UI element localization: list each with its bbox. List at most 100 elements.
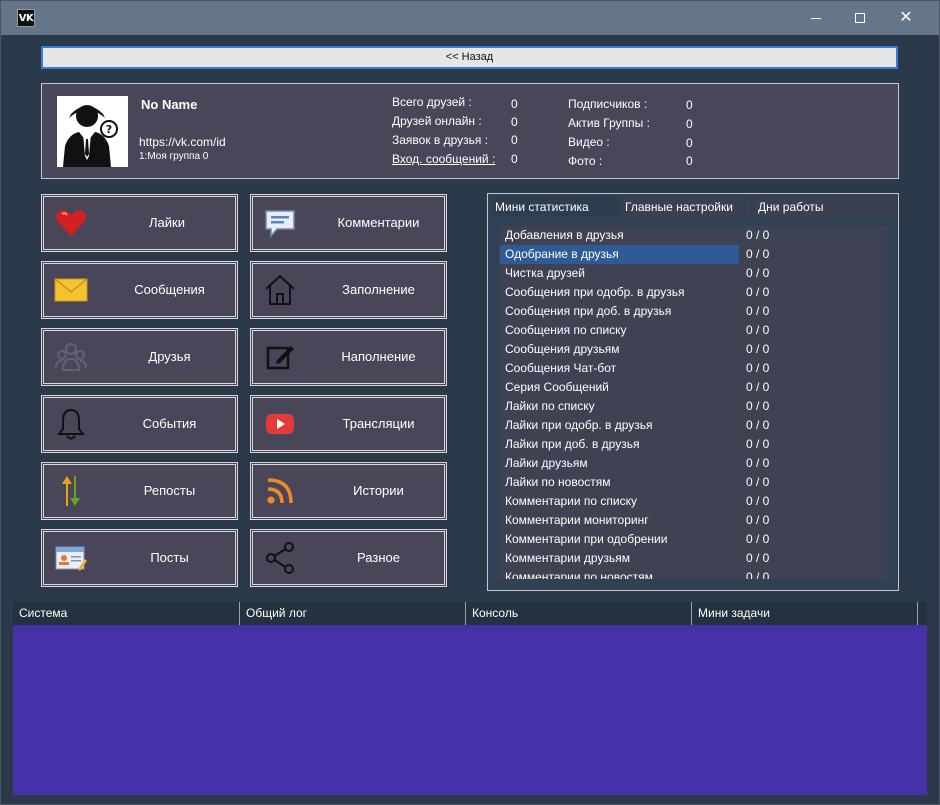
heart-icon xyxy=(56,210,86,236)
minimize-button[interactable] xyxy=(793,1,839,35)
stat-value-total-friends: 0 xyxy=(511,97,518,111)
streams-button[interactable]: Трансляции xyxy=(250,395,447,453)
likes-button[interactable]: Лайки xyxy=(41,194,238,252)
reposts-button[interactable]: Репосты xyxy=(41,462,238,520)
comments-button[interactable]: Комментарии xyxy=(250,194,447,252)
stats-row-value: 0 / 0 xyxy=(746,494,770,508)
comment-icon xyxy=(265,210,295,239)
stats-row[interactable]: Лайки при одобр. в друзья 0 / 0 xyxy=(499,416,887,435)
stats-row-value: 0 / 0 xyxy=(746,228,770,242)
vk-logo-icon: VK xyxy=(17,9,35,27)
stats-row-value: 0 / 0 xyxy=(746,551,770,565)
stats-row[interactable]: Чистка друзей 0 / 0 xyxy=(499,264,887,283)
back-button[interactable]: << Назад xyxy=(41,46,898,69)
friends-button[interactable]: Друзья xyxy=(41,328,238,386)
stats-row-name: Лайки при одобр. в друзья xyxy=(505,418,653,432)
stats-row[interactable]: Сообщения друзьям 0 / 0 xyxy=(499,340,887,359)
stats-row-value: 0 / 0 xyxy=(746,418,770,432)
stats-row[interactable]: Добавления в друзья 0 / 0 xyxy=(499,226,887,245)
tab-system[interactable]: Система xyxy=(13,602,240,625)
svg-text:?: ? xyxy=(106,123,112,136)
maximize-icon xyxy=(855,13,865,23)
comments-label: Комментарии xyxy=(337,215,420,230)
tab-work-days[interactable]: Дни работы xyxy=(755,197,897,217)
profile-group: 1:Моя группа 0 xyxy=(139,151,209,162)
stats-row[interactable]: Сообщения по списку 0 / 0 xyxy=(499,321,887,340)
stories-label: Истории xyxy=(353,483,404,498)
tab-mini-tasks[interactable]: Мини задачи xyxy=(692,602,918,625)
stats-row[interactable]: Лайки по новостям 0 / 0 xyxy=(499,473,887,492)
stats-row-name: Серия Сообщений xyxy=(505,380,609,394)
stats-row[interactable]: Лайки друзьям 0 / 0 xyxy=(499,454,887,473)
tab-console[interactable]: Консоль xyxy=(466,602,692,625)
profile-url[interactable]: https://vk.com/id xyxy=(139,135,226,149)
stats-row[interactable]: Комментарии друзьям 0 / 0 xyxy=(499,549,887,568)
edit-icon xyxy=(266,346,294,370)
posts-button[interactable]: Посты xyxy=(41,529,238,587)
stats-row-name: Одобрание в друзья xyxy=(500,245,739,264)
filling-button[interactable]: Заполнение xyxy=(250,261,447,319)
friends-label: Друзья xyxy=(148,349,191,364)
friends-icon xyxy=(55,343,87,371)
posts-label: Посты xyxy=(150,550,189,565)
stats-row-value: 0 / 0 xyxy=(746,456,770,470)
stat-value-photo: 0 xyxy=(686,154,693,168)
stats-row-name: Сообщения Чат-бот xyxy=(505,361,617,375)
stats-row-name: Комментарии по новостям xyxy=(505,570,653,579)
stats-row-name: Комментарии по списку xyxy=(505,494,638,508)
tab-mini-stats[interactable]: Мини статистика xyxy=(492,197,620,217)
home-icon xyxy=(265,274,295,305)
avatar: ? xyxy=(57,96,128,167)
stat-label-friend-requests: Заявок в друзья : xyxy=(392,133,489,147)
stories-button[interactable]: Истории xyxy=(250,462,447,520)
share-icon xyxy=(266,542,294,574)
stat-label-subscribers: Подписчиков : xyxy=(568,97,648,111)
maximize-button[interactable] xyxy=(837,1,883,35)
incoming-messages-link[interactable]: Вход. сообщений : xyxy=(392,152,495,166)
stats-row[interactable]: Комментарии по списку 0 / 0 xyxy=(499,492,887,511)
stats-row-name: Комментарии при одобрении xyxy=(505,532,668,546)
stats-row-name: Комментарии друзьям xyxy=(505,551,630,565)
events-button[interactable]: События xyxy=(41,395,238,453)
content-button[interactable]: Наполнение xyxy=(250,328,447,386)
minimize-icon xyxy=(811,18,821,19)
events-label: События xyxy=(142,416,197,431)
log-area[interactable] xyxy=(13,625,927,795)
stats-row[interactable]: Комментарии мониторинг 0 / 0 xyxy=(499,511,887,530)
stats-row[interactable]: Сообщения при доб. в друзья 0 / 0 xyxy=(499,302,887,321)
stats-row[interactable]: Комментарии по новостям 0 / 0 xyxy=(499,568,887,579)
misc-button[interactable]: Разное xyxy=(250,529,447,587)
stat-value-group-active: 0 xyxy=(686,117,693,131)
stats-list[interactable]: Добавления в друзья 0 / 0 Одобрание в друз… xyxy=(499,226,887,579)
stats-row[interactable]: Сообщения при одобр. в друзья 0 / 0 xyxy=(499,283,887,302)
stat-label-video: Видео : xyxy=(568,135,610,149)
stats-row[interactable]: Сообщения Чат-бот 0 / 0 xyxy=(499,359,887,378)
stat-value-video: 0 xyxy=(686,136,693,150)
stats-row[interactable]: Лайки при доб. в друзья 0 / 0 xyxy=(499,435,887,454)
stats-row-value: 0 / 0 xyxy=(746,323,770,337)
stats-row-value: 0 / 0 xyxy=(746,437,770,451)
app-window: VK ✕ << Назад ? No Name https://vk.com/i… xyxy=(0,0,940,805)
tab-main-settings[interactable]: Главные настройки xyxy=(622,197,750,217)
stats-row-value: 0 / 0 xyxy=(746,304,770,318)
filling-label: Заполнение xyxy=(342,282,415,297)
tab-general-log[interactable]: Общий лог xyxy=(240,602,466,625)
messages-label: Сообщения xyxy=(134,282,205,297)
stat-value-incoming-messages: 0 xyxy=(511,152,518,166)
stats-row[interactable]: Серия Сообщений 0 / 0 xyxy=(499,378,887,397)
youtube-icon xyxy=(266,414,294,434)
stats-row[interactable]: Одобрание в друзья 0 / 0 xyxy=(499,245,887,264)
stats-row[interactable]: Лайки по списку 0 / 0 xyxy=(499,397,887,416)
messages-button[interactable]: Сообщения xyxy=(41,261,238,319)
stats-row-value: 0 / 0 xyxy=(746,266,770,280)
misc-label: Разное xyxy=(357,550,400,565)
stats-row-name: Сообщения при одобр. в друзья xyxy=(505,285,685,299)
content-label: Наполнение xyxy=(341,349,416,364)
profile-card: ? No Name https://vk.com/id 1:Моя группа… xyxy=(41,83,899,179)
stat-value-friend-requests: 0 xyxy=(511,133,518,147)
stats-panel: Мини статистика Главные настройки Дни ра… xyxy=(487,193,899,591)
stats-row[interactable]: Комментарии при одобрении 0 / 0 xyxy=(499,530,887,549)
close-icon: ✕ xyxy=(899,9,913,26)
streams-label: Трансляции xyxy=(342,416,415,431)
close-button[interactable]: ✕ xyxy=(883,1,929,35)
